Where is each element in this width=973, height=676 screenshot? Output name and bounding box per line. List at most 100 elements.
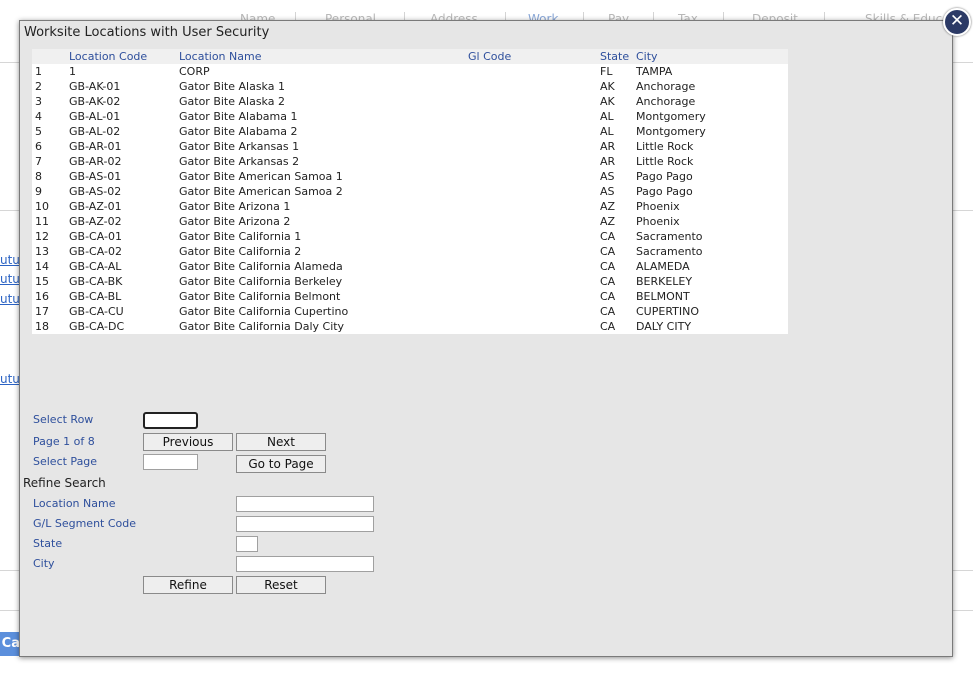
- table-row[interactable]: 6 GB-AR-01 Gator Bite Arkansas 1 AR Little R…: [32, 139, 788, 154]
- cell-state: AR: [600, 155, 616, 168]
- table-row[interactable]: 4 GB-AL-01 Gator Bite Alabama 1 AL Montgomer…: [32, 109, 788, 124]
- cell-gl-code: [468, 214, 600, 229]
- next-button[interactable]: Next: [236, 433, 326, 451]
- cell-city: CUPERTINO: [636, 305, 700, 318]
- select-row-input[interactable]: [143, 412, 198, 429]
- worksite-locations-modal: Worksite Locations with User Security ✕ …: [19, 8, 971, 657]
- cell-city: Little Rock: [636, 140, 694, 153]
- cell-row-number: 12: [35, 230, 49, 243]
- background-link[interactable]: utu: [0, 372, 20, 386]
- column-header-city[interactable]: City: [636, 49, 788, 64]
- refine-button[interactable]: Refine: [143, 576, 233, 594]
- cell-gl-code: [468, 94, 600, 109]
- column-header-location-code[interactable]: Location Code: [69, 49, 179, 64]
- cell-gl-code: [468, 184, 600, 199]
- cell-state: AL: [600, 110, 614, 123]
- table-row[interactable]: 16 GB-CA-BL Gator Bite California Belmont C…: [32, 289, 788, 304]
- table-row[interactable]: 1 1 CORP FL TAMPA: [32, 64, 788, 79]
- cell-city: Anchorage: [636, 95, 696, 108]
- table-row[interactable]: 8 GB-AS-01 Gator Bite American Samoa 1 AS Pa…: [32, 169, 788, 184]
- table-row[interactable]: 3 GB-AK-02 Gator Bite Alaska 2 AK Anchorage: [32, 94, 788, 109]
- cell-state: CA: [600, 290, 616, 303]
- gl-segment-code-input[interactable]: [236, 516, 374, 532]
- cell-location-code: GB-CA-AL: [69, 260, 122, 273]
- cell-location-code: GB-AK-02: [69, 95, 121, 108]
- table-row[interactable]: 9 GB-AS-02 Gator Bite American Samoa 2 AS Pa…: [32, 184, 788, 199]
- cell-city: Montgomery: [636, 110, 706, 123]
- cell-city: BELMONT: [636, 290, 690, 303]
- table-row[interactable]: 11 GB-AZ-02 Gator Bite Arizona 2 AZ Phoenix: [32, 214, 788, 229]
- cell-gl-code: [468, 124, 600, 139]
- cell-row-number: 2: [35, 80, 42, 93]
- background-link[interactable]: utu: [0, 253, 20, 267]
- table-row[interactable]: 14 GB-CA-AL Gator Bite California Alameda C…: [32, 259, 788, 274]
- location-name-label: Location Name: [33, 497, 116, 510]
- table-row[interactable]: 13 GB-CA-02 Gator Bite California 2 CA Sacra…: [32, 244, 788, 259]
- cell-row-number: 15: [35, 275, 49, 288]
- previous-button[interactable]: Previous: [143, 433, 233, 451]
- cell-row-number: 5: [35, 125, 42, 138]
- cell-gl-code: [468, 259, 600, 274]
- cell-gl-code: [468, 154, 600, 169]
- refine-search-title: Refine Search: [23, 476, 106, 490]
- state-label: State: [33, 537, 63, 550]
- cell-state: AS: [600, 185, 615, 198]
- cell-state: AK: [600, 95, 615, 108]
- cell-row-number: 18: [35, 320, 49, 333]
- cell-state: AK: [600, 80, 615, 93]
- cell-state: FL: [600, 65, 613, 78]
- city-input[interactable]: [236, 556, 374, 572]
- reset-button[interactable]: Reset: [236, 576, 326, 594]
- go-to-page-button[interactable]: Go to Page: [236, 455, 326, 473]
- column-header-location-name[interactable]: Location Name: [179, 49, 468, 64]
- cell-location-name: Gator Bite Alaska 1: [179, 80, 285, 93]
- table-row[interactable]: 17 GB-CA-CU Gator Bite California Cupertin…: [32, 304, 788, 319]
- table-row[interactable]: 10 GB-AZ-01 Gator Bite Arizona 1 AZ Phoenix: [32, 199, 788, 214]
- city-label: City: [33, 557, 55, 570]
- gl-segment-code-label: G/L Segment Code: [33, 517, 137, 530]
- cell-row-number: 11: [35, 215, 49, 228]
- select-page-input[interactable]: [143, 454, 198, 470]
- cell-gl-code: [468, 319, 600, 334]
- background-cancel-button[interactable]: Ca: [0, 632, 20, 656]
- cell-location-code: GB-CA-02: [69, 245, 122, 258]
- table-row[interactable]: 5 GB-AL-02 Gator Bite Alabama 2 AL Montgomer…: [32, 124, 788, 139]
- cell-city: Pago Pago: [636, 170, 693, 183]
- table-row[interactable]: 7 GB-AR-02 Gator Bite Arkansas 2 AR Little R…: [32, 154, 788, 169]
- cell-gl-code: [468, 304, 600, 319]
- cell-state: AL: [600, 125, 614, 138]
- cell-city: DALY CITY: [636, 320, 692, 333]
- cell-gl-code: [468, 139, 600, 154]
- cell-row-number: 3: [35, 95, 42, 108]
- cell-gl-code: [468, 64, 600, 79]
- table-row[interactable]: 15 GB-CA-BK Gator Bite California Berkeley…: [32, 274, 788, 289]
- cell-location-code: GB-AZ-02: [69, 215, 122, 228]
- cell-location-code: GB-CA-BL: [69, 290, 122, 303]
- cell-state: AZ: [600, 215, 616, 228]
- cell-location-name: Gator Bite Alaska 2: [179, 95, 285, 108]
- table-row[interactable]: 2 GB-AK-01 Gator Bite Alaska 1 AK Anchorage: [32, 79, 788, 94]
- close-icon[interactable]: ✕: [943, 8, 971, 36]
- cell-location-code: GB-AR-01: [69, 140, 122, 153]
- column-header-state[interactable]: State: [600, 49, 636, 64]
- cell-state: CA: [600, 245, 616, 258]
- cell-city: Sacramento: [636, 245, 703, 258]
- location-name-input[interactable]: [236, 496, 374, 512]
- cell-row-number: 7: [35, 155, 42, 168]
- column-header-gl-code[interactable]: Gl Code: [468, 49, 600, 64]
- cell-city: Montgomery: [636, 125, 706, 138]
- background-link[interactable]: utu: [0, 292, 20, 306]
- cell-location-name: Gator Bite California Alameda: [179, 260, 343, 273]
- cell-location-name: Gator Bite Arkansas 1: [179, 140, 300, 153]
- cell-gl-code: [468, 274, 600, 289]
- background-link[interactable]: utu: [0, 272, 20, 286]
- cell-state: CA: [600, 275, 616, 288]
- table-row[interactable]: 12 GB-CA-01 Gator Bite California 1 CA Sacra…: [32, 229, 788, 244]
- cell-gl-code: [468, 109, 600, 124]
- state-input[interactable]: [236, 536, 258, 552]
- cell-location-name: Gator Bite California Daly City: [179, 320, 345, 333]
- cell-gl-code: [468, 289, 600, 304]
- table-row[interactable]: 18 GB-CA-DC Gator Bite California Daly Cit…: [32, 319, 788, 334]
- column-header-row-number: [32, 49, 69, 64]
- cell-location-name: Gator Bite Alabama 1: [179, 110, 298, 123]
